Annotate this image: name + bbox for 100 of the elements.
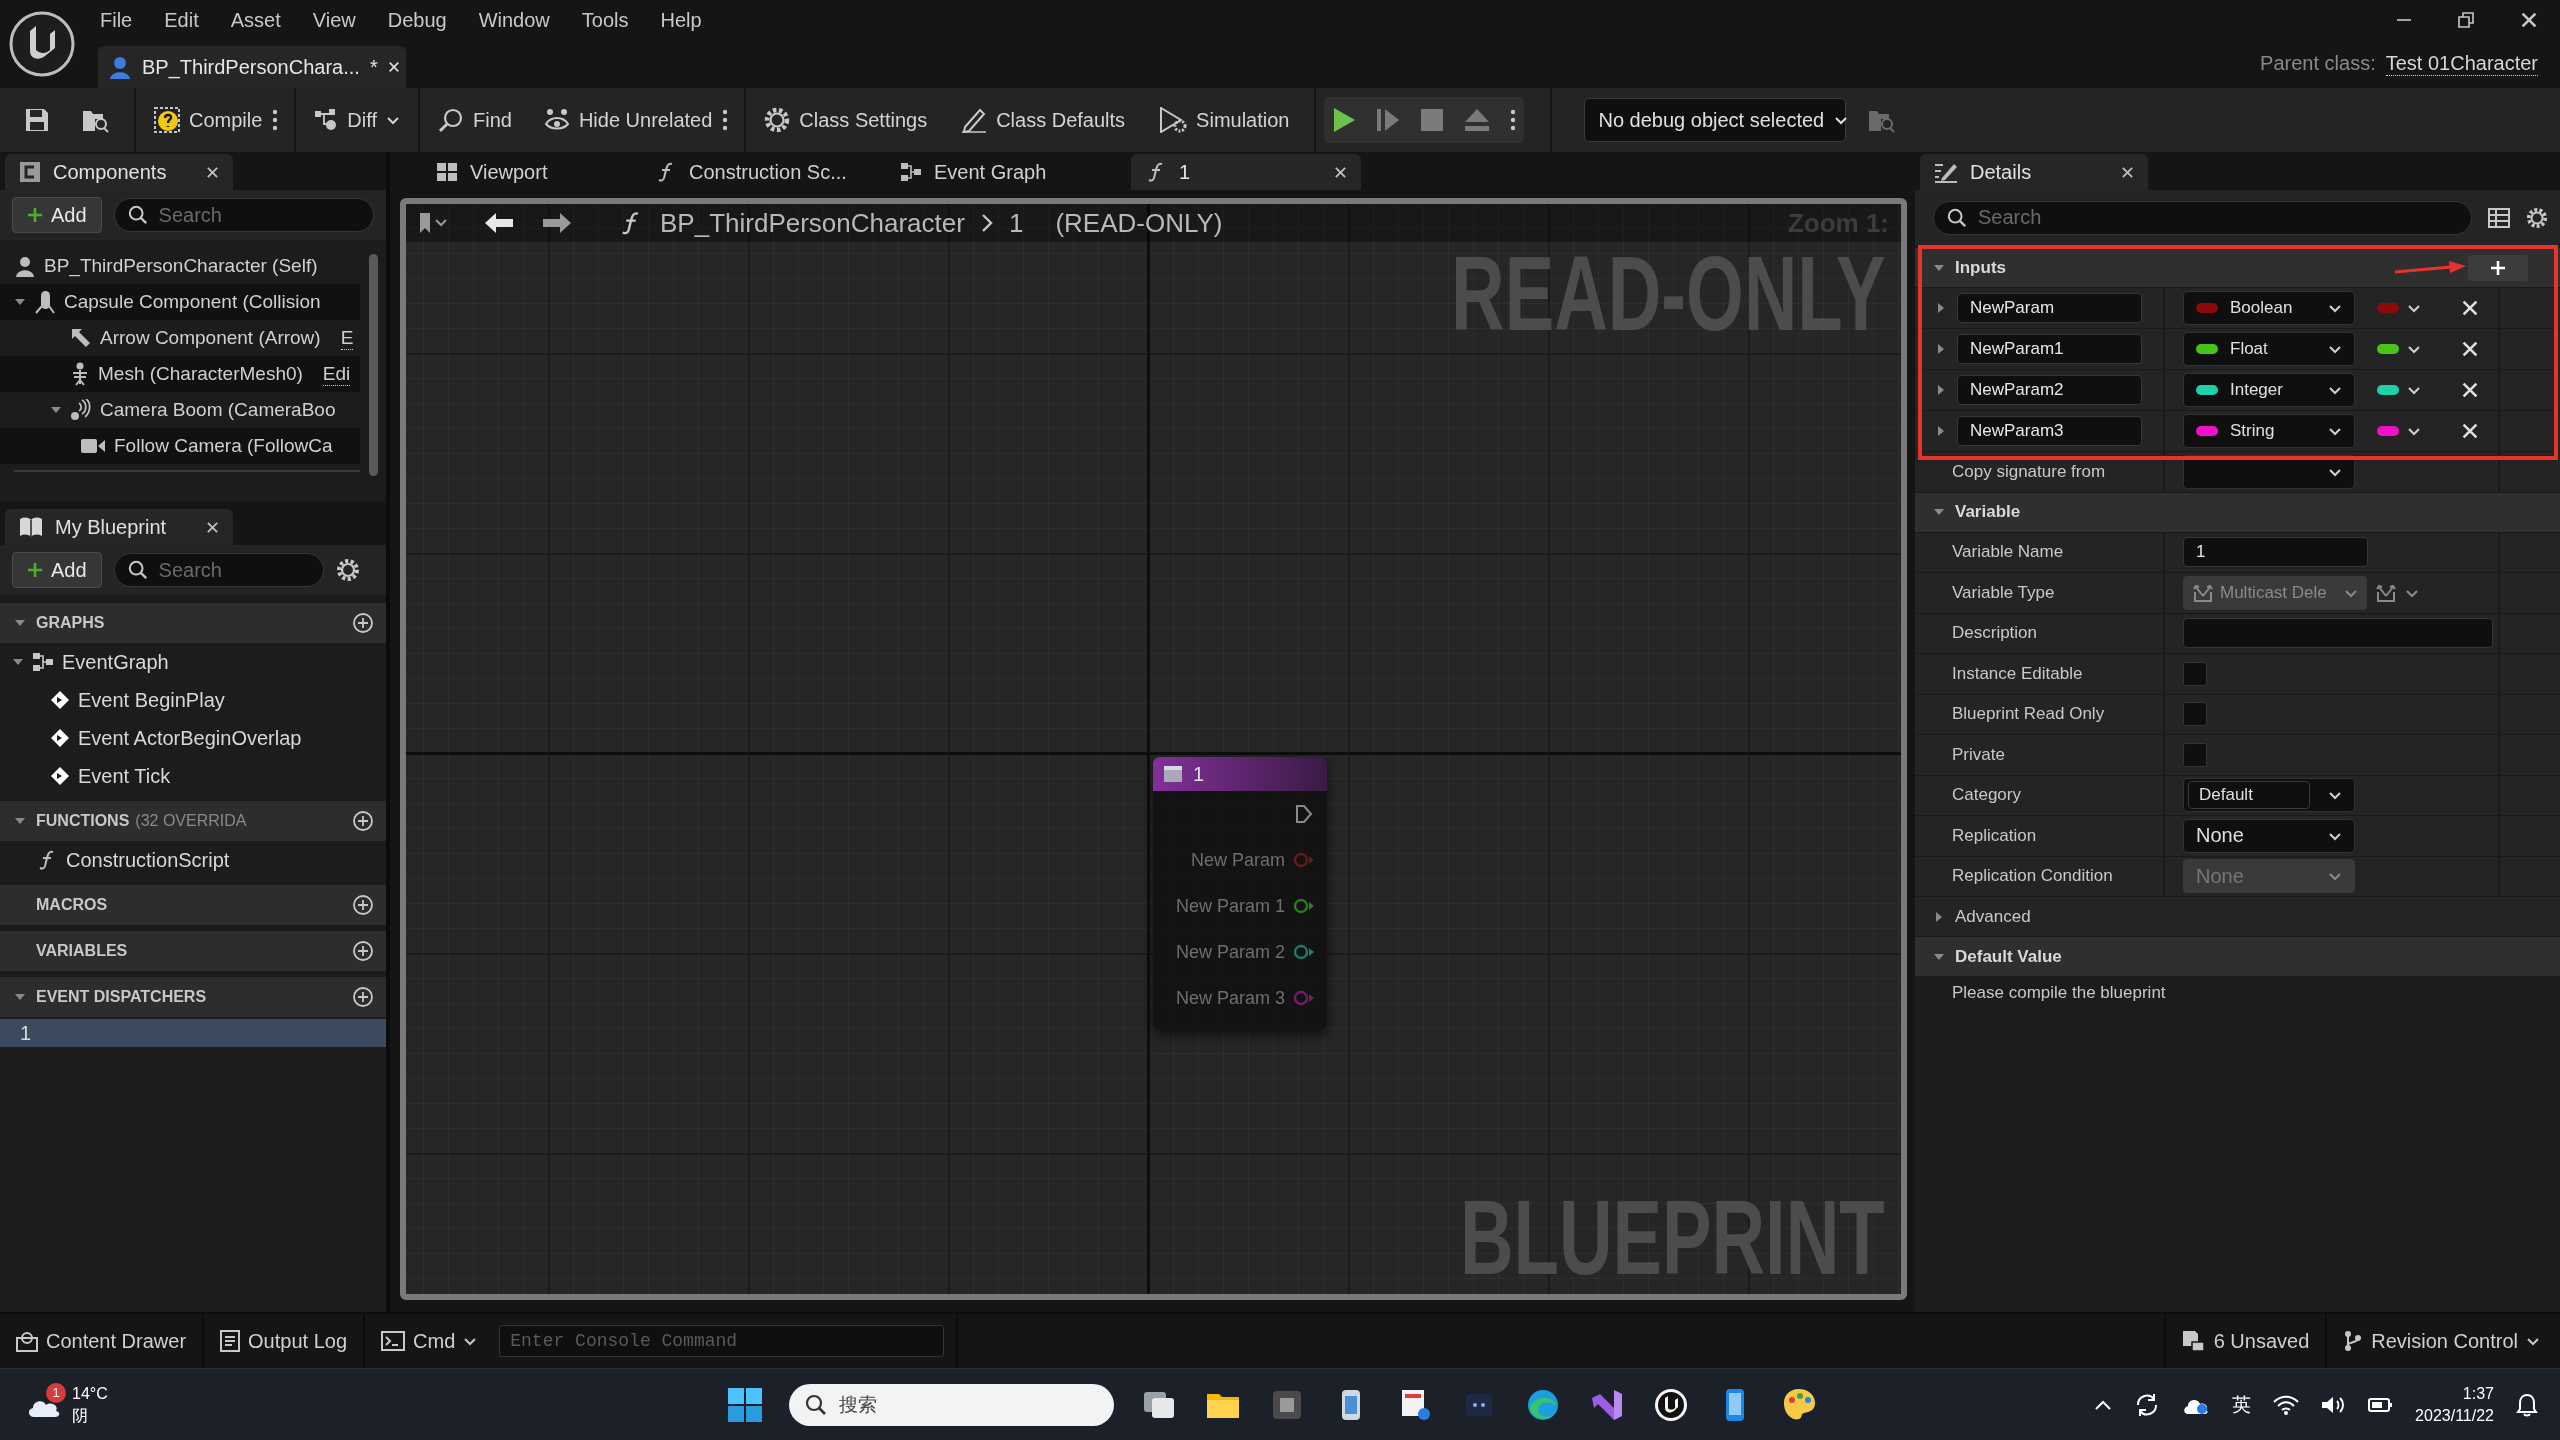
tree-item[interactable]: Camera Boom (CameraBoo <box>0 392 360 428</box>
speaker-icon[interactable] <box>2321 1394 2346 1415</box>
parent-class-link[interactable]: Test 01Character <box>2385 52 2538 76</box>
input-method-label[interactable]: 英 <box>2232 1391 2252 1418</box>
close-icon[interactable] <box>1334 165 1347 179</box>
restore-icon[interactable] <box>2458 12 2474 28</box>
edit-link[interactable]: Edi <box>322 362 351 386</box>
toolbar-button[interactable]: Class Defaults <box>951 97 1136 143</box>
menu-item[interactable]: Help <box>644 2 718 38</box>
play-icon[interactable] <box>1331 107 1356 133</box>
search-field[interactable]: 搜索 <box>789 1383 1114 1426</box>
edit-link[interactable]: E <box>340 326 354 350</box>
toolbar-button[interactable]: Class Settings <box>754 97 938 143</box>
pin-icon[interactable] <box>1293 898 1315 914</box>
add-icon[interactable] <box>352 894 374 916</box>
toolbar-button[interactable]: Hide Unrelated <box>533 97 723 143</box>
checkbox[interactable] <box>2183 702 2207 727</box>
input-field[interactable]: NewParam1 <box>1957 334 2142 364</box>
pin-icon[interactable] <box>1293 944 1315 960</box>
type-dropdown[interactable]: Boolean <box>2183 291 2355 325</box>
section-bar[interactable]: EVENT DISPATCHERS <box>0 977 386 1017</box>
tree-item[interactable]: BP_ThirdPersonCharacter (Self) <box>0 248 360 284</box>
section-bar[interactable]: VARIABLES <box>0 931 386 971</box>
search-field[interactable]: Search <box>1933 200 2472 235</box>
close-icon[interactable] <box>2121 165 2134 179</box>
menu-item[interactable]: Debug <box>371 2 463 38</box>
section-bar[interactable]: GRAPHS <box>0 603 386 643</box>
input-field[interactable]: NewParam <box>1957 293 2142 323</box>
dropdown[interactable]: None <box>2183 818 2355 853</box>
wifi-icon[interactable] <box>2273 1394 2300 1415</box>
tree-item[interactable]: Follow Camera (FollowCa <box>0 428 360 464</box>
tree-item[interactable]: Arrow Component (Arrow) E <box>0 320 360 356</box>
toolbar-button[interactable]: Diff <box>304 97 410 143</box>
status-button[interactable]: Output Log <box>210 1319 358 1363</box>
tree-item[interactable]: Capsule Component (Collision <box>0 284 360 320</box>
eject-icon[interactable] <box>1463 108 1490 132</box>
list-item[interactable]: ConstructionScript <box>0 841 386 879</box>
list-item[interactable]: Event Tick <box>0 757 386 795</box>
table-icon[interactable] <box>2488 207 2510 228</box>
menu-item[interactable]: Asset <box>214 2 297 38</box>
bookmark-icon[interactable] <box>418 212 448 234</box>
editor-tab[interactable]: Event Graph <box>886 154 1116 190</box>
breadcrumb-item[interactable]: BP_ThirdPersonCharacter <box>660 207 965 239</box>
editor-tab[interactable]: Viewport <box>396 154 626 190</box>
editor-tab[interactable]: Construction Sc... <box>641 154 871 190</box>
search-field[interactable]: Search <box>113 553 324 587</box>
document-tab[interactable]: BP_ThirdPersonChara... * <box>98 46 406 88</box>
menu-item[interactable]: Window <box>462 2 566 38</box>
exec-pin-icon[interactable] <box>1295 804 1313 824</box>
panel-tab[interactable]: Components <box>5 154 233 190</box>
input-field[interactable]: NewParam2 <box>1957 375 2142 405</box>
menu-item[interactable]: View <box>296 2 372 38</box>
close-icon[interactable] <box>2461 340 2479 358</box>
save-icon[interactable] <box>24 107 50 133</box>
section-bar[interactable]: Default Value <box>1915 937 2560 977</box>
type-dropdown[interactable]: String <box>2183 414 2355 448</box>
toolbar-button[interactable]: Find <box>428 97 522 143</box>
section-bar[interactable]: Inputs <box>1915 248 2560 288</box>
add-input-button[interactable] <box>2468 254 2528 281</box>
close-icon[interactable] <box>2461 422 2479 440</box>
list-item[interactable]: EventGraph <box>0 643 386 681</box>
input-field[interactable] <box>2183 618 2493 649</box>
section-bar[interactable]: MACROS <box>0 885 386 925</box>
input-field[interactable]: NewParam3 <box>1957 416 2142 446</box>
add-button[interactable]: Add <box>12 197 102 233</box>
close-icon[interactable] <box>387 61 400 73</box>
chevron-up-icon[interactable] <box>2094 1398 2113 1411</box>
search-field[interactable]: Search <box>113 198 374 232</box>
toolbar-button[interactable]: Compile <box>144 97 273 143</box>
console-input[interactable]: Enter Console Command <box>499 1325 945 1357</box>
more-icon[interactable] <box>722 109 729 131</box>
close-icon[interactable] <box>206 165 219 179</box>
settings-icon[interactable] <box>2526 206 2548 229</box>
add-button[interactable]: Add <box>12 552 102 588</box>
more-icon[interactable] <box>1509 109 1516 131</box>
toolbar-button[interactable]: Simulation <box>1149 97 1300 143</box>
status-button[interactable]: Cmd <box>371 1319 488 1363</box>
panel-tab[interactable]: Details <box>1920 154 2148 190</box>
list-item[interactable]: Event BeginPlay <box>0 681 386 719</box>
section-bar[interactable]: Advanced <box>1915 897 2560 937</box>
graph-node[interactable]: 1 New Param New Param 1 New Param 2 New Param 3 <box>1153 757 1327 1031</box>
combo-box[interactable]: Default <box>2183 778 2355 813</box>
type-dropdown[interactable]: Float <box>2183 332 2355 366</box>
start-icon[interactable] <box>727 1386 763 1423</box>
section-bar[interactable]: Variable <box>1915 492 2560 533</box>
close-icon[interactable] <box>2461 381 2479 399</box>
list-item[interactable]: 1 <box>0 1019 386 1047</box>
panel-tab[interactable]: My Blueprint <box>5 509 233 545</box>
settings-icon[interactable] <box>335 558 360 582</box>
status-button[interactable]: 6 Unsaved <box>2171 1319 2320 1363</box>
section-bar[interactable]: FUNCTIONS (32 OVERRIDA <box>0 801 386 841</box>
input-field[interactable]: 1 <box>2183 537 2368 568</box>
add-icon[interactable] <box>352 986 374 1008</box>
menu-item[interactable]: Edit <box>148 2 215 38</box>
status-button[interactable]: Revision Control <box>2333 1319 2550 1363</box>
more-icon[interactable] <box>272 109 279 131</box>
checkbox[interactable] <box>2183 742 2207 767</box>
step-icon[interactable] <box>1375 107 1400 133</box>
editor-tab[interactable]: 1 <box>1131 154 1361 190</box>
status-button[interactable]: Content Drawer <box>6 1319 197 1363</box>
